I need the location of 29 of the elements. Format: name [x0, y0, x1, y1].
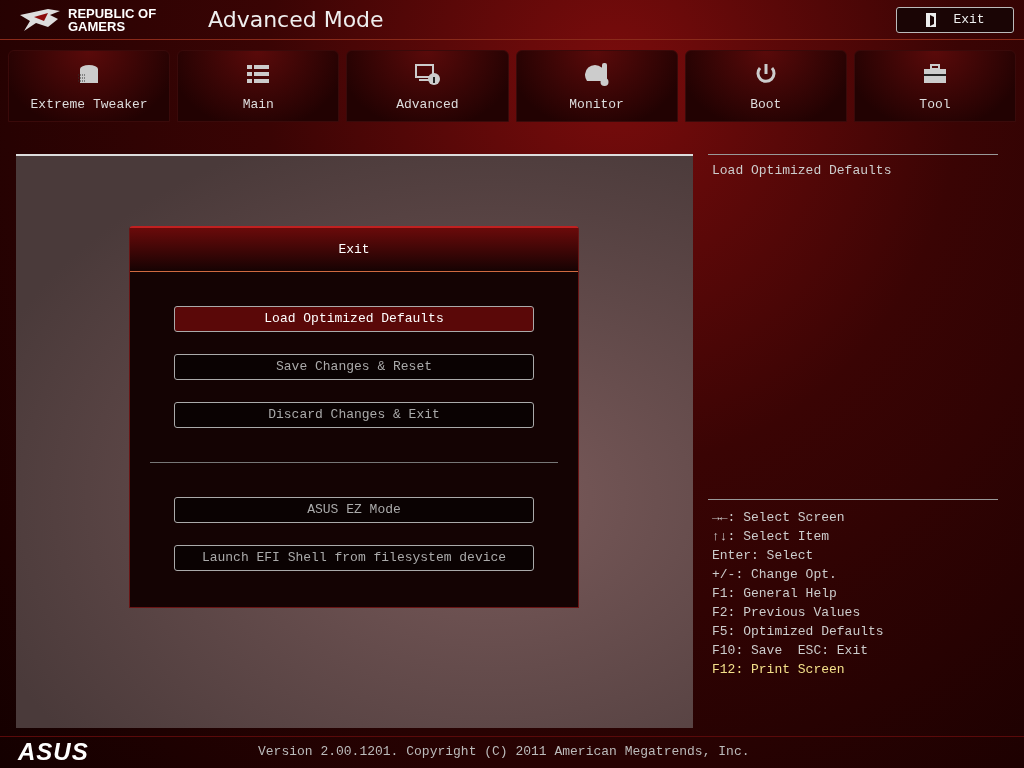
- key-hint: F5: Optimized Defaults: [712, 622, 885, 641]
- key-hint: ↑↓: Select Item: [712, 527, 831, 546]
- tab[interactable]: Tool: [853, 50, 1017, 122]
- tab[interactable]: Advanced: [346, 50, 509, 122]
- asus-logo: ASUS: [18, 736, 90, 767]
- menu-option-button[interactable]: Save Changes & Reset: [174, 354, 534, 380]
- menu-option-button[interactable]: Load Optimized Defaults: [174, 306, 534, 332]
- version-text: Version 2.00.1201. Copyright (C) 2011 American Megatrends, Inc.: [258, 742, 750, 761]
- menu-option-button[interactable]: ASUS EZ Mode: [174, 497, 534, 523]
- dialog-title: Exit: [130, 228, 578, 272]
- brand-name: REPUBLIC OF GAMERS: [68, 6, 158, 33]
- menu-option-button[interactable]: Launch EFI Shell from filesystem device: [174, 545, 534, 571]
- help-description: Load Optimized Defaults: [711, 162, 893, 180]
- tab[interactable]: Monitor: [515, 50, 678, 122]
- exit-button[interactable]: Exit: [896, 6, 1014, 33]
- key-hint: +/-: Change Opt.: [712, 565, 838, 584]
- key-hint: F2: Previous Values: [712, 603, 862, 622]
- tab[interactable]: Extreme Tweaker: [8, 50, 171, 122]
- tab[interactable]: Main: [177, 50, 340, 122]
- key-hint: →←: Select Screen: [712, 508, 846, 527]
- menu-option-button[interactable]: Discard Changes & Exit: [174, 402, 534, 428]
- tab[interactable]: Boot: [684, 50, 847, 122]
- key-hint: F12: Print Screen: [712, 660, 846, 679]
- door-icon: [925, 11, 938, 28]
- monitor-info-icon: [413, 61, 442, 87]
- key-hint: F10: Save ESC: Exit: [712, 641, 870, 660]
- page-title: Advanced Mode: [208, 6, 384, 34]
- key-hint: F1: General Help: [712, 584, 838, 603]
- key-hint: Enter: Select: [712, 546, 815, 565]
